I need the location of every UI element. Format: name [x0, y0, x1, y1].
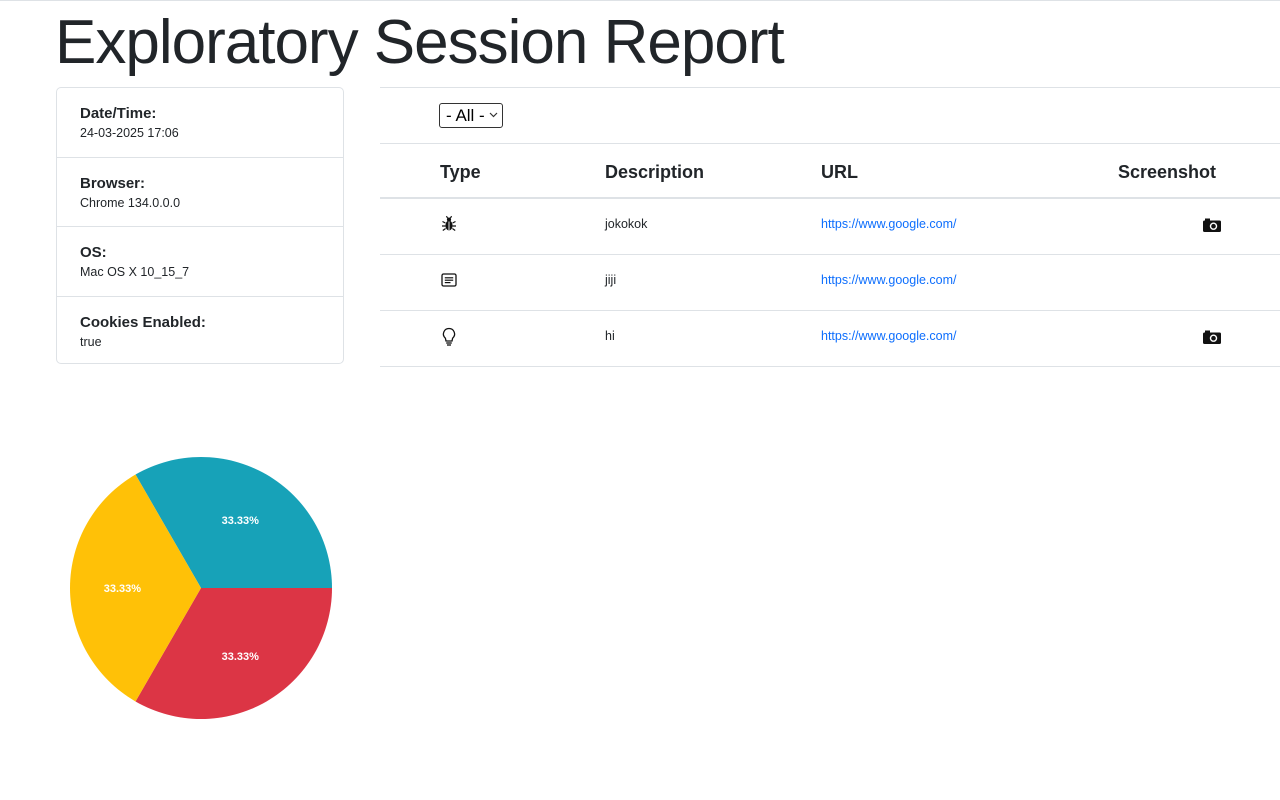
- camera-icon[interactable]: [1202, 329, 1222, 345]
- filter-row: - All -: [380, 87, 1280, 144]
- info-os: OS: Mac OS X 10_15_7: [57, 227, 343, 297]
- annotation-type-pie-chart: 33.33% 33.33% 33.33%: [70, 457, 332, 719]
- table-row: jokokok https://www.google.com/: [380, 199, 1280, 255]
- info-label: Date/Time:: [80, 105, 157, 122]
- page-title: Exploratory Session Report: [55, 8, 785, 77]
- table-row: hi https://www.google.com/: [380, 311, 1280, 367]
- lightbulb-icon: [440, 327, 460, 347]
- camera-icon[interactable]: [1202, 217, 1222, 233]
- annotations-table: Type Description URL Screenshot jokokok …: [380, 143, 1280, 367]
- bug-icon: [440, 215, 460, 235]
- table-header: Type Description URL Screenshot: [380, 143, 1280, 199]
- info-browser: Browser: Chrome 134.0.0.0: [57, 158, 343, 227]
- header-description[interactable]: Description: [605, 161, 704, 183]
- session-info-card: Date/Time: 24-03-2025 17:06 Browser: Chr…: [56, 87, 344, 364]
- header-screenshot[interactable]: Screenshot: [1118, 161, 1216, 183]
- top-divider: [0, 0, 1280, 1]
- pie-slice-label-1: 33.33%: [222, 651, 260, 663]
- row-url-link[interactable]: https://www.google.com/: [821, 328, 956, 344]
- note-icon: [440, 271, 460, 291]
- filter-selected-value: - All -: [446, 106, 485, 125]
- row-description: hi: [605, 329, 615, 343]
- info-value: Mac OS X 10_15_7: [80, 265, 190, 279]
- type-filter-select[interactable]: - All -: [439, 103, 503, 128]
- report-page: Exploratory Session Report Date/Time: 24…: [0, 0, 1280, 800]
- pie-slice-label-0: 33.33%: [222, 515, 260, 527]
- info-label: Cookies Enabled:: [80, 313, 206, 331]
- info-datetime: Date/Time: 24-03-2025 17:06: [57, 88, 343, 158]
- header-type[interactable]: Type: [440, 161, 481, 183]
- header-url[interactable]: URL: [821, 161, 858, 183]
- row-url-link[interactable]: https://www.google.com/: [821, 272, 956, 288]
- info-value: true: [80, 334, 102, 349]
- chevron-down-icon: [489, 104, 498, 127]
- info-label: OS:: [80, 244, 107, 261]
- info-value: 24-03-2025 17:06: [80, 126, 179, 140]
- pie-slice-label-2: 33.33%: [104, 583, 142, 595]
- info-label: Browser:: [80, 174, 146, 192]
- info-cookies: Cookies Enabled: true: [57, 297, 343, 364]
- table-row: jiji https://www.google.com/: [380, 255, 1280, 311]
- row-description: jiji: [605, 273, 617, 287]
- row-description: jokokok: [605, 217, 648, 231]
- info-value: Chrome 134.0.0.0: [80, 195, 181, 210]
- row-url-link[interactable]: https://www.google.com/: [821, 216, 956, 232]
